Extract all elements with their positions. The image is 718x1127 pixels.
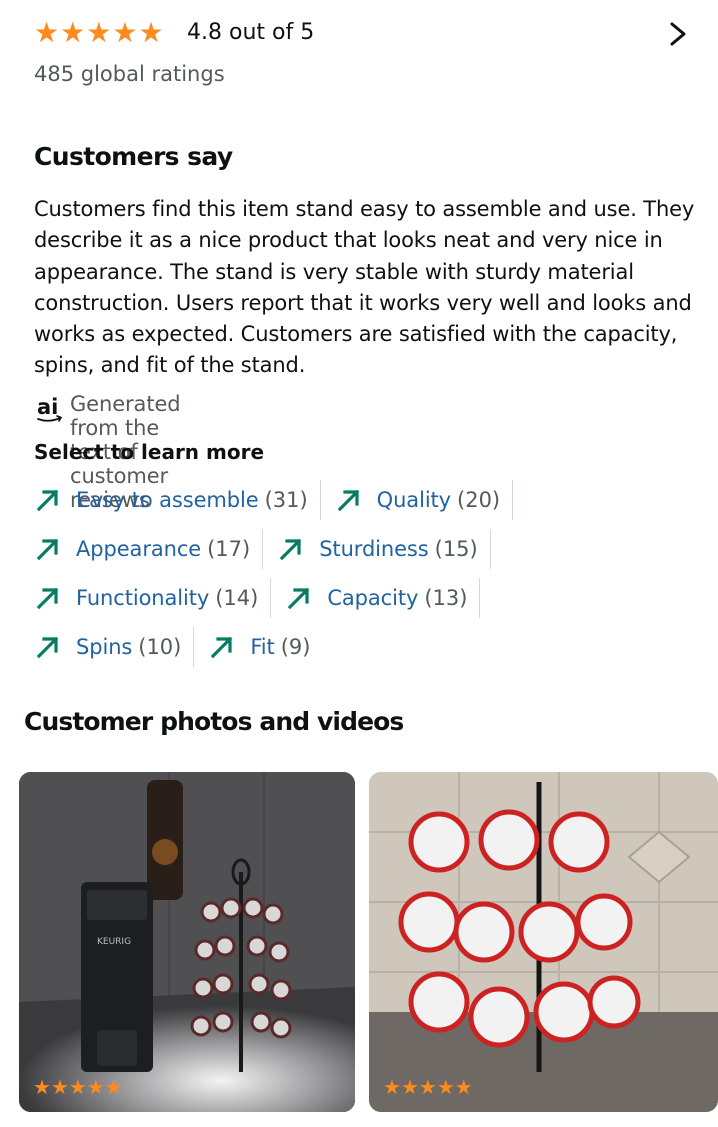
star-icon: ★ — [383, 1075, 401, 1099]
star-icon: ★ — [86, 16, 112, 49]
trend-up-arrow-icon — [36, 636, 59, 659]
section-title-customer-photos: Customer photos and videos — [24, 707, 404, 736]
ai-logo-text: ai — [37, 395, 58, 419]
chip-label: Spins — [76, 635, 133, 659]
global-ratings-count: 485 global ratings — [34, 62, 225, 86]
chip-count: (14) — [215, 586, 259, 610]
select-to-learn-more-title: Select to learn more — [34, 440, 265, 464]
trend-up-arrow-icon — [288, 587, 310, 610]
rating-text: 4.8 out of 5 — [187, 20, 315, 45]
trend-up-arrow-icon — [36, 538, 59, 561]
aspect-chip-sturdiness[interactable]: Sturdiness (15) — [277, 529, 491, 569]
aspect-chip-functionality[interactable]: Functionality (14) — [34, 578, 272, 618]
chip-label: Sturdiness — [319, 537, 429, 561]
aspect-chip-capacity[interactable]: Capacity (13) — [285, 578, 481, 618]
ratings-summary-link[interactable]: ★ ★ ★ ★ ★ 4.8 out of 5 — [34, 14, 692, 54]
star-rating: ★ ★ ★ ★ ★ — [34, 18, 164, 48]
chip-label: Functionality — [76, 586, 210, 610]
star-icon: ★ — [68, 1075, 87, 1099]
star-icon: ★ — [400, 1075, 419, 1099]
chip-count: (15) — [434, 537, 478, 561]
aspect-chip-easy-to-assemble[interactable]: Easy to assemble (31) — [34, 480, 321, 520]
aspect-chip-spins[interactable]: Spins (10) — [34, 627, 195, 667]
chip-label: Quality — [376, 488, 452, 512]
star-icon: ★ — [418, 1075, 437, 1099]
star-icon: ★ — [436, 1075, 455, 1099]
star-icon: ★ — [454, 1075, 473, 1099]
customer-photo-2[interactable]: ★ ★ ★ ★ ★ — [369, 772, 718, 1112]
star-icon: ★ — [86, 1075, 105, 1099]
chip-row: Functionality (14) Capacity (13) — [34, 578, 494, 618]
ai-logo-icon: ai — [37, 395, 63, 422]
aspect-chip-quality[interactable]: Quality (20) — [335, 480, 514, 520]
chip-count: (13) — [424, 586, 468, 610]
chip-label: Fit — [250, 635, 275, 659]
trend-up-arrow-icon — [36, 587, 59, 610]
chip-count: (20) — [457, 488, 501, 512]
star-icon: ★ — [34, 16, 60, 49]
review-summary-text: Customers find this item stand easy to a… — [34, 197, 695, 378]
trend-up-arrow-icon — [279, 538, 302, 561]
aspect-chip-appearance[interactable]: Appearance (17) — [34, 529, 264, 569]
chip-label: Appearance — [76, 537, 202, 561]
aspect-chip-fit[interactable]: Fit (9) — [208, 627, 322, 667]
trend-up-arrow-icon — [211, 636, 233, 659]
star-icon: ★ — [138, 16, 164, 49]
chip-label: Capacity — [327, 586, 419, 610]
star-icon: ★ — [60, 16, 86, 49]
coffee-pod-stand-closeup-photo — [369, 772, 718, 1112]
photo-star-rating: ★ ★ ★ ★ ★ — [383, 1076, 473, 1098]
trend-up-arrow-icon — [36, 489, 59, 512]
star-icon: ★ — [104, 1075, 123, 1099]
chip-label: Easy to assemble — [76, 488, 259, 512]
keurig-brand-text: KEURIG — [97, 937, 131, 947]
photo-star-rating: ★ ★ ★ ★ ★ — [33, 1076, 123, 1098]
chip-count: (17) — [207, 537, 251, 561]
chevron-right-icon[interactable] — [664, 18, 692, 50]
chip-count: (10) — [138, 635, 182, 659]
coffee-pod-stand-photo: KEURIG — [19, 772, 355, 1112]
star-icon: ★ — [112, 16, 138, 49]
customer-photo-1[interactable]: KEURIG ★ ★ ★ ★ ★ — [19, 772, 355, 1112]
chip-row: Appearance (17) Sturdiness (15) — [34, 529, 505, 569]
trend-up-arrow-icon — [337, 489, 359, 512]
section-title-customers-say: Customers say — [34, 142, 233, 171]
chip-row: Spins (10) Fit (9) — [34, 627, 336, 667]
chip-row: Easy to assemble (31) Quality (20) — [34, 480, 527, 520]
chip-count: (9) — [280, 635, 311, 659]
star-icon: ★ — [50, 1075, 69, 1099]
chip-count: (31) — [264, 488, 308, 512]
star-icon: ★ — [33, 1075, 51, 1099]
